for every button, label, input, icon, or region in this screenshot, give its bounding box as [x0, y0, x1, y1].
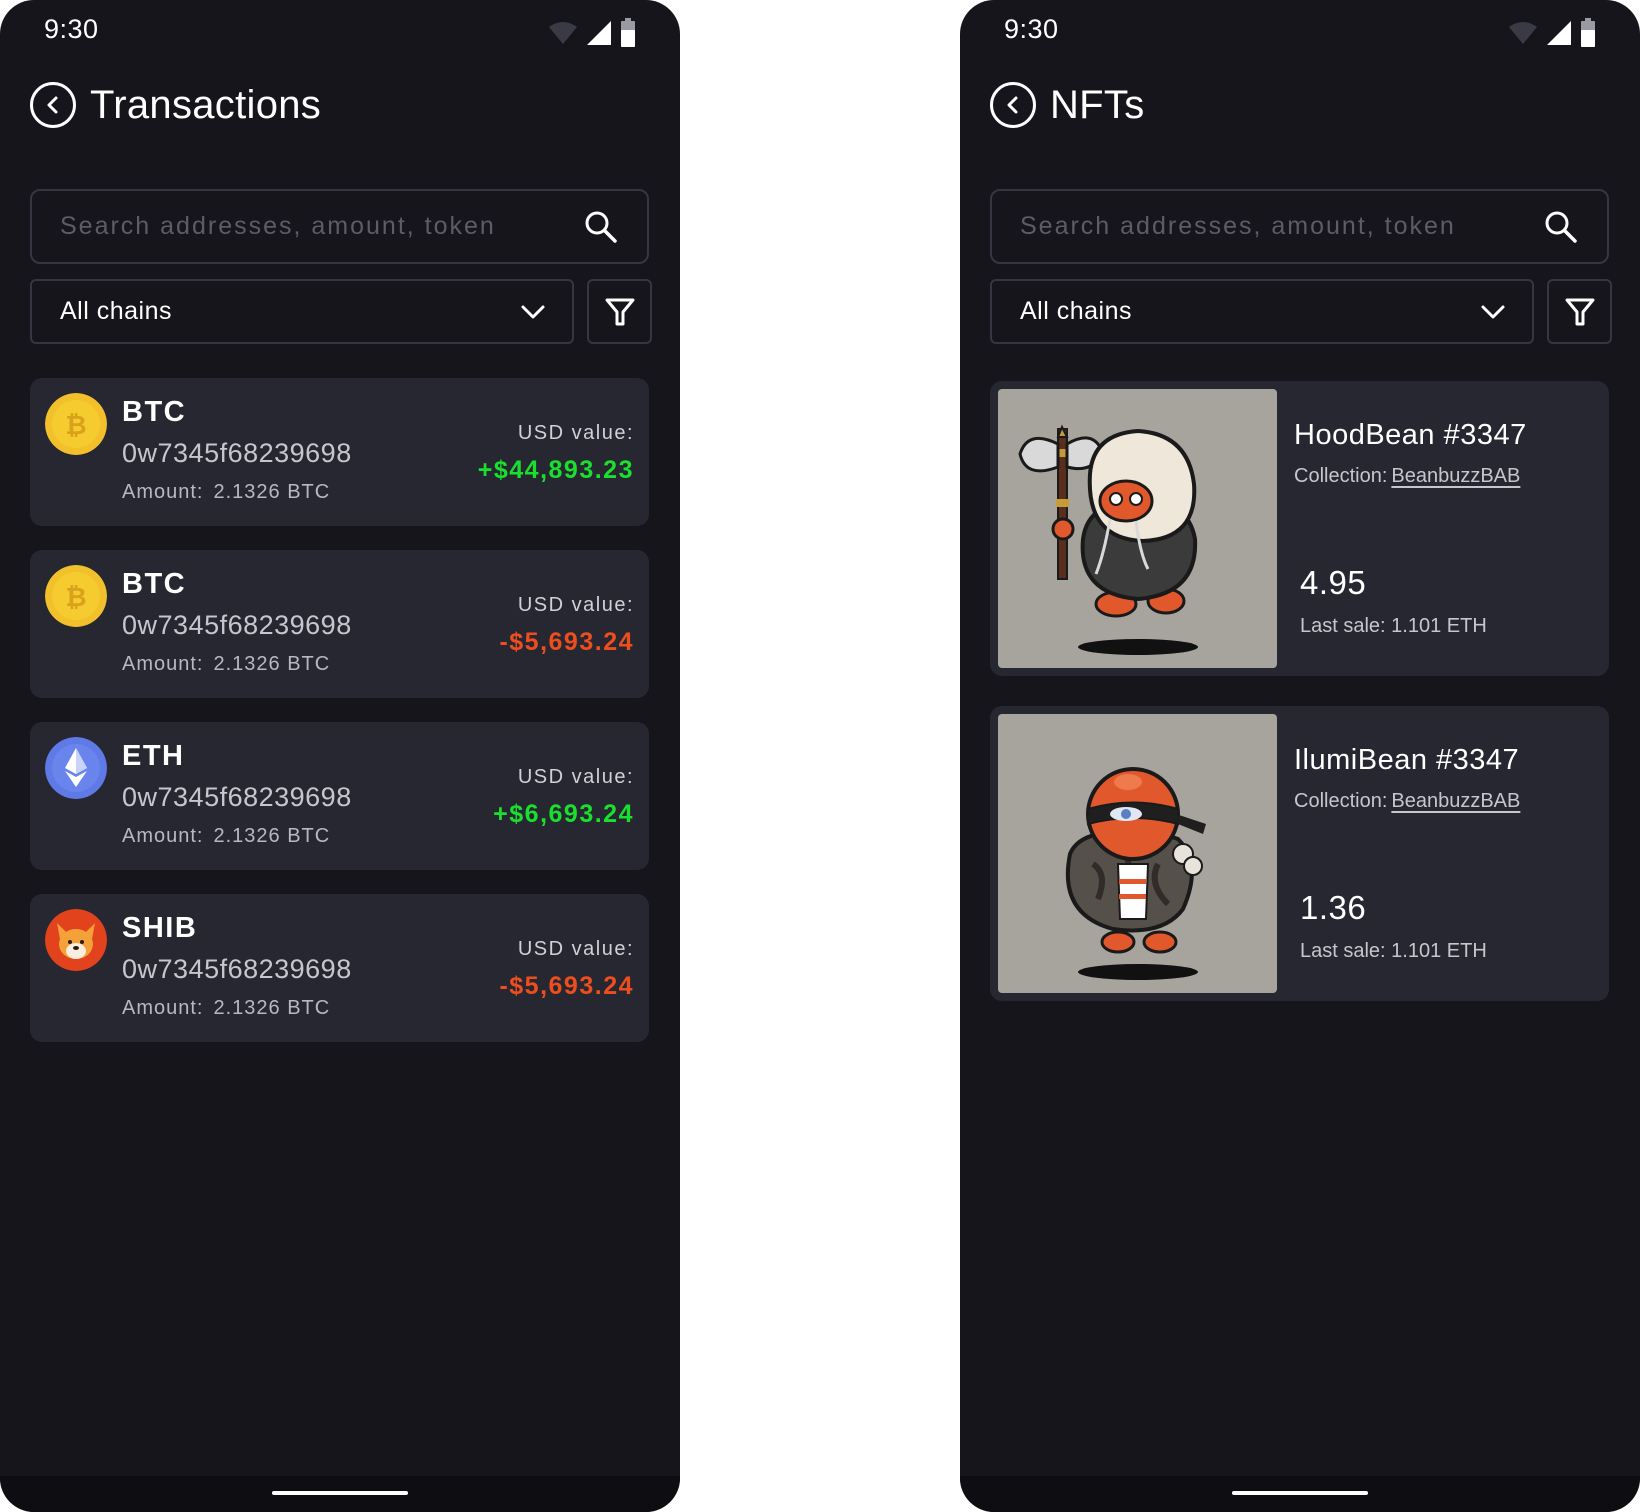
bitcoin-coin-icon: ₿: [45, 565, 107, 627]
filter-icon: [605, 298, 634, 325]
collection-link[interactable]: BeanbuzzBAB: [1391, 465, 1520, 487]
nft-price: 1.36: [1300, 889, 1367, 926]
status-time: 9:30: [1004, 14, 1059, 44]
chains-dropdown[interactable]: All chains: [30, 279, 574, 344]
status-time: 9:30: [44, 14, 99, 44]
amount-label: Amount:: [122, 481, 204, 503]
nft-card[interactable]: HoodBean #3347 Collection: BeanbuzzBAB 4.…: [990, 381, 1609, 676]
transaction-amount: Amount: 2.1326 BTC: [122, 825, 330, 848]
search-button[interactable]: [1541, 207, 1581, 247]
amount-label: Amount:: [122, 825, 204, 847]
transaction-amount: Amount: 2.1326 BTC: [122, 481, 330, 504]
nft-name: HoodBean #3347: [1294, 419, 1527, 451]
home-indicator[interactable]: [272, 1491, 408, 1495]
transaction-address: 0w7345f68239698: [122, 782, 352, 812]
page-header: NFTs: [990, 82, 1145, 128]
chevron-down-icon: [1481, 305, 1505, 318]
filter-button[interactable]: [587, 279, 652, 344]
chevron-down-icon: [521, 305, 545, 318]
chains-dropdown-label: All chains: [1020, 297, 1132, 325]
system-nav-bar: [0, 1476, 680, 1512]
status-icons: [1508, 18, 1596, 48]
amount-value: 2.1326 BTC: [213, 653, 331, 675]
amount-label: Amount:: [122, 997, 204, 1019]
transactions-screen: 9:30 Transactions All chains ₿ BTC 0w734…: [0, 0, 680, 1512]
transaction-card[interactable]: ₿ BTC 0w7345f68239698 Amount: 2.1326 BTC …: [30, 550, 649, 698]
cellular-signal-icon: [587, 21, 611, 45]
usd-value: -$5,693.24: [499, 628, 634, 656]
transaction-address: 0w7345f68239698: [122, 438, 352, 468]
back-button[interactable]: [30, 82, 76, 128]
nft-price: 4.95: [1300, 564, 1367, 601]
usd-value: -$5,693.24: [499, 972, 634, 1000]
transaction-token: ETH: [122, 740, 185, 772]
system-nav-bar: [960, 1476, 1640, 1512]
ethereum-coin-icon: [45, 737, 107, 799]
hoodbean-character-image: [998, 389, 1277, 668]
transaction-address: 0w7345f68239698: [122, 954, 352, 984]
usd-value-label: USD value:: [517, 422, 634, 444]
filter-icon: [1565, 298, 1594, 325]
wifi-icon: [549, 22, 577, 44]
transaction-card[interactable]: SHIB 0w7345f68239698 Amount: 2.1326 BTC U…: [30, 894, 649, 1042]
collection-label: Collection:: [1294, 790, 1388, 812]
usd-value: +$44,893.23: [477, 456, 634, 484]
transaction-card[interactable]: ₿ BTC 0w7345f68239698 Amount: 2.1326 BTC …: [30, 378, 649, 526]
usd-value-label: USD value:: [517, 766, 634, 788]
amount-label: Amount:: [122, 653, 204, 675]
transaction-address: 0w7345f68239698: [122, 610, 352, 640]
back-button[interactable]: [990, 82, 1036, 128]
wifi-icon: [1509, 22, 1537, 44]
transaction-token: BTC: [122, 396, 187, 428]
nft-card[interactable]: IlumiBean #3347 Collection: BeanbuzzBAB 1…: [990, 706, 1609, 1001]
nfts-screen: 9:30 NFTs All chains: [960, 0, 1640, 1512]
chevron-left-icon: [1007, 96, 1018, 114]
page-header: Transactions: [30, 82, 321, 128]
search-icon: [1545, 211, 1577, 243]
amount-value: 2.1326 BTC: [213, 825, 331, 847]
page-title: NFTs: [1050, 82, 1145, 127]
transaction-amount: Amount: 2.1326 BTC: [122, 997, 330, 1020]
usd-value: +$6,693.24: [493, 800, 634, 828]
search-icon: [585, 211, 617, 243]
chains-dropdown[interactable]: All chains: [990, 279, 1534, 344]
usd-value-label: USD value:: [517, 594, 634, 616]
nft-collection: Collection: BeanbuzzBAB: [1294, 790, 1520, 813]
illumibean-character-image: [998, 714, 1277, 993]
search-box: [30, 189, 649, 264]
bitcoin-coin-icon: ₿: [45, 393, 107, 455]
chains-dropdown-label: All chains: [60, 297, 172, 325]
shiba-coin-icon: [45, 909, 107, 971]
cellular-signal-icon: [1547, 21, 1571, 45]
transaction-card[interactable]: ETH 0w7345f68239698 Amount: 2.1326 BTC US…: [30, 722, 649, 870]
status-icons: [548, 18, 636, 48]
transaction-token: SHIB: [122, 912, 198, 944]
svg-text:₿: ₿: [65, 411, 86, 441]
transaction-token: BTC: [122, 568, 187, 600]
search-input[interactable]: [1020, 212, 1541, 241]
collection-link[interactable]: BeanbuzzBAB: [1391, 790, 1520, 812]
filter-button[interactable]: [1547, 279, 1612, 344]
page-title: Transactions: [90, 82, 322, 127]
chevron-left-icon: [47, 96, 58, 114]
nft-name: IlumiBean #3347: [1294, 744, 1520, 776]
nft-last-sale: Last sale: 1.101 ETH: [1300, 615, 1487, 637]
search-box: [990, 189, 1609, 264]
home-indicator[interactable]: [1232, 1491, 1368, 1495]
amount-value: 2.1326 BTC: [213, 997, 331, 1019]
transaction-amount: Amount: 2.1326 BTC: [122, 653, 330, 676]
svg-text:₿: ₿: [65, 583, 86, 613]
search-button[interactable]: [581, 207, 621, 247]
nft-collection: Collection: BeanbuzzBAB: [1294, 465, 1520, 488]
battery-icon: [1581, 18, 1595, 47]
search-input[interactable]: [60, 212, 581, 241]
battery-icon: [621, 18, 635, 47]
collection-label: Collection:: [1294, 465, 1388, 487]
amount-value: 2.1326 BTC: [213, 481, 331, 503]
usd-value-label: USD value:: [517, 938, 634, 960]
nft-last-sale: Last sale: 1.101 ETH: [1300, 940, 1487, 962]
